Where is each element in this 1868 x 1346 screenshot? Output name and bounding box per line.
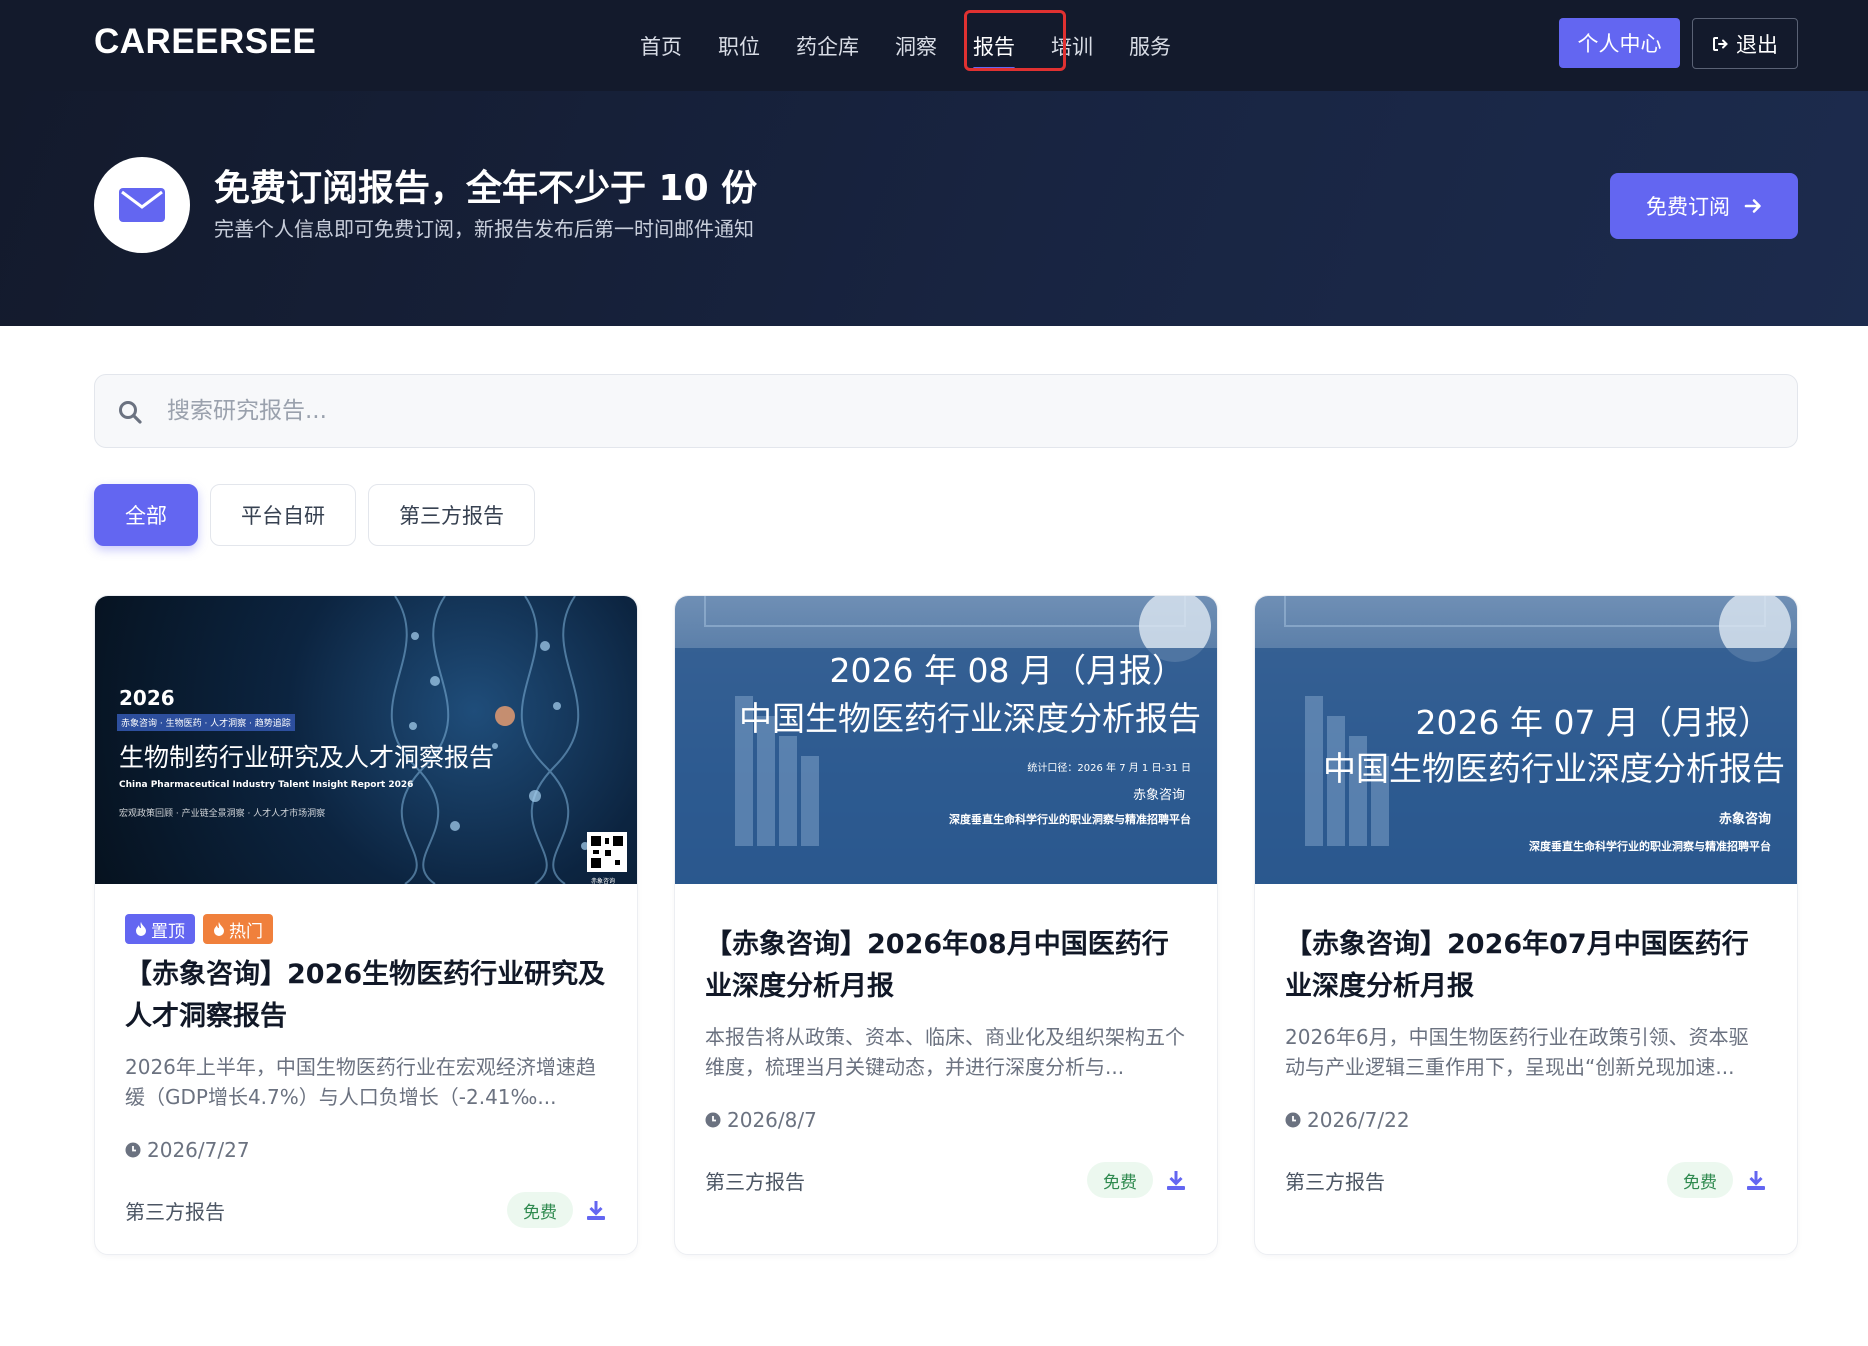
download-icon[interactable] (585, 1199, 607, 1221)
main-nav: 首页 职位 药企库 洞察 报告 培训 服务 (640, 0, 1207, 91)
bar-motif (735, 696, 819, 846)
card-date: 2026/7/22 (1285, 1108, 1767, 1132)
report-cover: 2026 赤象咨询 · 生物医药 · 人才洞察 · 趋势追踪 生物制药行业研究及… (95, 596, 637, 884)
flame-icon (136, 922, 146, 936)
price-badge: 免费 (1087, 1162, 1153, 1198)
report-card[interactable]: 2026 赤象咨询 · 生物医药 · 人才洞察 · 趋势追踪 生物制药行业研究及… (94, 595, 638, 1255)
search-input[interactable] (167, 375, 1767, 447)
subscribe-banner: 免费订阅报告，全年不少于 10 份 完善个人信息即可免费订阅，新报告发布后第一时… (0, 91, 1868, 326)
mail-badge (94, 157, 190, 253)
site-logo[interactable]: CAREERSEE (94, 22, 316, 62)
card-date: 2026/8/7 (705, 1108, 1187, 1132)
card-tags: 置顶 热门 (125, 914, 637, 944)
clock-icon (125, 1142, 141, 1158)
cover-headline: 生物制药行业研究及人才洞察报告 (119, 743, 495, 772)
cover-line1: 2026 年 07 月（月报） (1415, 703, 1771, 742)
card-date-text: 2026/7/27 (147, 1138, 250, 1162)
card-actions: 免费 (1087, 1162, 1187, 1198)
logout-button[interactable]: 退出 (1692, 18, 1798, 69)
qr-icon (591, 836, 623, 868)
cover-tagline: 宏观政策回顾 · 产业链全景洞察 · 人才人才市场洞察 (119, 809, 326, 819)
tag-pinned: 置顶 (125, 914, 195, 944)
nav-item-services[interactable]: 服务 (1129, 31, 1171, 61)
nav-item-companies[interactable]: 药企库 (796, 31, 859, 61)
mail-icon (119, 188, 165, 222)
banner-subtitle: 完善个人信息即可免费订阅，新报告发布后第一时间邮件通知 (214, 217, 754, 241)
clock-icon (705, 1112, 721, 1128)
download-icon[interactable] (1165, 1169, 1187, 1191)
banner-title: 免费订阅报告，全年不少于 10 份 (214, 168, 758, 209)
card-title[interactable]: 【赤象咨询】2026生物医药行业研究及人才洞察报告 (125, 954, 607, 1038)
report-cover: 2026 年 08 月（月报） 中国生物医药行业深度分析报告 统计口径：2026… (675, 596, 1217, 884)
card-actions: 免费 (1667, 1162, 1767, 1198)
card-date-text: 2026/8/7 (727, 1108, 817, 1132)
clock-icon (1285, 1112, 1301, 1128)
cover-english: China Pharmaceutical Industry Talent Ins… (119, 780, 414, 790)
subscribe-button[interactable]: 免费订阅 (1610, 173, 1798, 239)
filter-all[interactable]: 全部 (94, 484, 198, 546)
tag-pinned-label: 置顶 (151, 921, 185, 942)
subscribe-label: 免费订阅 (1646, 195, 1730, 219)
cover-org: 赤象咨询 (1132, 788, 1185, 803)
card-date: 2026/7/27 (125, 1138, 607, 1162)
nav-item-home[interactable]: 首页 (640, 31, 682, 61)
cover-line2: 中国生物医药行业深度分析报告 (739, 699, 1201, 738)
cover-line2: 中国生物医药行业深度分析报告 (1323, 749, 1785, 788)
card-description: 本报告将从政策、资本、临床、商业化及组织架构五个维度，梳理当月关键动态，并进行深… (705, 1025, 1185, 1079)
top-navbar: CAREERSEE 首页 职位 药企库 洞察 报告 培训 服务 个人中心 退出 (0, 0, 1868, 91)
card-source: 第三方报告 (1285, 1169, 1385, 1194)
logout-label: 退出 (1736, 32, 1778, 57)
search-bar (94, 374, 1798, 448)
card-title[interactable]: 【赤象咨询】2026年08月中国医药行业深度分析月报 (705, 924, 1187, 1008)
card-footer: 第三方报告 免费 (125, 1192, 607, 1228)
filter-third-party[interactable]: 第三方报告 (368, 484, 535, 546)
card-footer: 第三方报告 免费 (1285, 1162, 1767, 1198)
card-date-text: 2026/7/22 (1307, 1108, 1410, 1132)
card-source: 第三方报告 (125, 1199, 225, 1224)
report-card[interactable]: 2026 年 07 月（月报） 中国生物医药行业深度分析报告 赤象咨询 深度垂直… (1254, 595, 1798, 1255)
cover-platform: 深度垂直生命科学行业的职业洞察与精准招聘平台 (1529, 840, 1771, 853)
cover-line1: 2026 年 08 月（月报） (829, 651, 1185, 690)
cover-platform: 深度垂直生命科学行业的职业洞察与精准招聘平台 (949, 813, 1191, 826)
card-description: 2026年上半年，中国生物医药行业在宏观经济增速趋缓（GDP增长4.7%）与人口… (125, 1055, 596, 1109)
card-source: 第三方报告 (705, 1169, 805, 1194)
filter-platform[interactable]: 平台自研 (210, 484, 356, 546)
download-icon[interactable] (1745, 1169, 1767, 1191)
price-badge: 免费 (507, 1192, 573, 1228)
arrow-right-icon (1744, 199, 1761, 213)
tag-hot: 热门 (203, 914, 273, 944)
flame-icon (214, 922, 224, 936)
cover-strip: 赤象咨询 · 生物医药 · 人才洞察 · 趋势追踪 (117, 714, 295, 731)
nav-item-insights[interactable]: 洞察 (895, 31, 937, 61)
logout-icon (1713, 36, 1728, 51)
search-icon (119, 401, 142, 424)
highlight-annotation (964, 10, 1066, 71)
qr-caption: 赤象咨询 (591, 878, 616, 884)
cover-stat: 统计口径：2026 年 7 月 1 日-31 日 (1027, 763, 1191, 774)
report-cover: 2026 年 07 月（月报） 中国生物医药行业深度分析报告 赤象咨询 深度垂直… (1255, 596, 1797, 884)
card-title[interactable]: 【赤象咨询】2026年07月中国医药行业深度分析月报 (1285, 924, 1767, 1008)
price-badge: 免费 (1667, 1162, 1733, 1198)
card-actions: 免费 (507, 1192, 607, 1228)
nav-item-jobs[interactable]: 职位 (718, 31, 760, 61)
card-footer: 第三方报告 免费 (705, 1162, 1187, 1198)
tag-hot-label: 热门 (229, 921, 263, 942)
card-description: 2026年6月，中国生物医药行业在政策引领、资本驱动与产业逻辑三重作用下，呈现出… (1285, 1025, 1749, 1079)
cover-year: 2026 (119, 686, 175, 710)
personal-center-button[interactable]: 个人中心 (1559, 18, 1680, 68)
qr-code (587, 832, 627, 872)
report-card[interactable]: 2026 年 08 月（月报） 中国生物医药行业深度分析报告 统计口径：2026… (674, 595, 1218, 1255)
filter-tabs: 全部 平台自研 第三方报告 (94, 484, 535, 546)
cover-org: 赤象咨询 (1718, 812, 1771, 827)
